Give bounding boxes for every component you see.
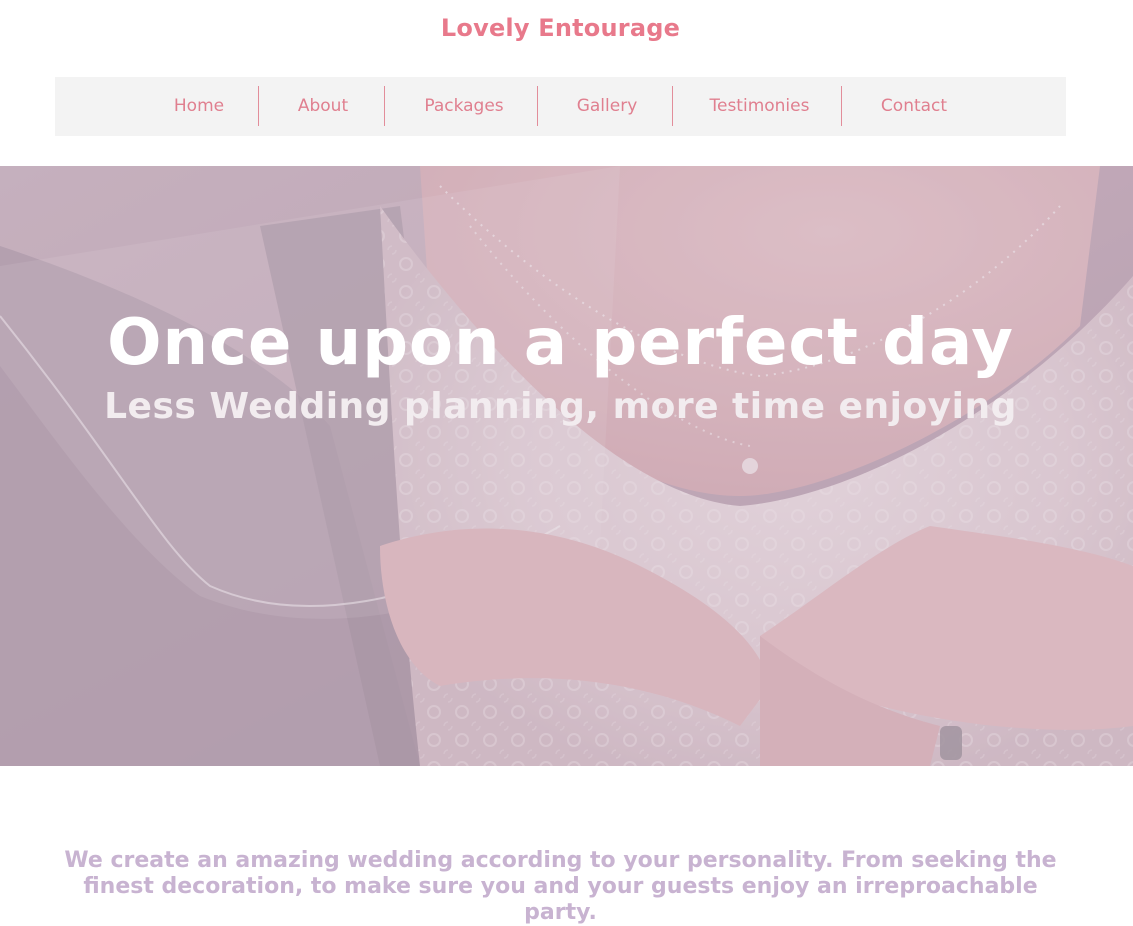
nav-item-contact[interactable]: Contact — [856, 77, 972, 136]
main-nav: Home About Packages Gallery Testimonies … — [55, 77, 1066, 136]
hero-title: Once upon a perfect day — [107, 306, 1014, 380]
nav-divider — [258, 86, 259, 126]
nav-item-packages[interactable]: Packages — [399, 77, 529, 136]
site-header: Lovely Entourage — [0, 0, 1133, 66]
nav-divider — [384, 86, 385, 126]
hero-overlay — [0, 166, 1133, 766]
hero-subtitle: Less Wedding planning, more time enjoyin… — [104, 386, 1017, 427]
nav-item-gallery[interactable]: Gallery — [552, 77, 662, 136]
hero-banner: Once upon a perfect day Less Wedding pla… — [0, 166, 1133, 766]
nav-item-home[interactable]: Home — [155, 77, 243, 136]
nav-item-about[interactable]: About — [273, 77, 373, 136]
nav-item-testimonies[interactable]: Testimonies — [687, 77, 832, 136]
site-title[interactable]: Lovely Entourage — [0, 14, 1121, 42]
nav-divider — [672, 86, 673, 126]
intro-paragraph: We create an amazing wedding according t… — [64, 848, 1057, 925]
nav-divider — [537, 86, 538, 126]
nav-divider — [841, 86, 842, 126]
